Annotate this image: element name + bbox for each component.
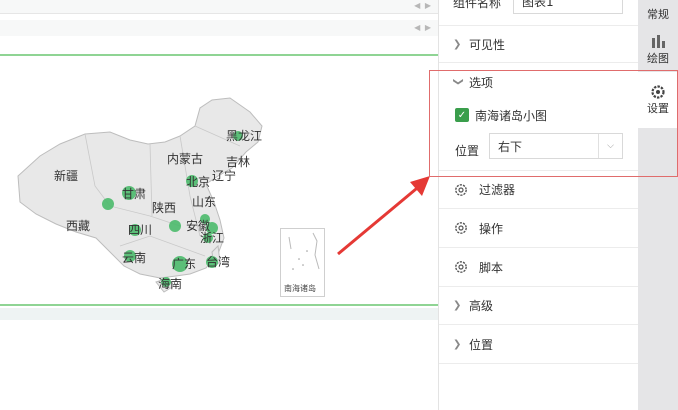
annotation-arrow-icon [337,176,430,256]
province-label: 北京 [186,175,210,189]
inset-label: 南海诸岛 [284,284,316,293]
south-sea-checkbox-label: 南海诸岛小图 [475,108,548,123]
province-label: 新疆 [54,168,78,183]
section-visibility[interactable]: ❯ 可见性 [439,25,639,63]
province-label: 黑龙江 [226,129,262,143]
side-tab-rail: 常规 绘图 设置 [638,0,678,410]
gear-icon [651,85,665,99]
section-options-label: 选项 [469,75,494,90]
tab-settings[interactable]: 设置 [638,72,678,128]
horizontal-scroll-row[interactable]: ◀ ▶ [0,20,438,36]
tab-draw-label: 绘图 [647,52,669,65]
section-filter-label: 过滤器 [479,183,516,197]
chevron-right-icon: ❯ [453,300,462,311]
province-label: 甘肃 [122,187,146,201]
south-sea-islands-inset: 南海诸岛 [280,228,325,297]
section-script-label: 脚本 [479,260,504,275]
province-label: 海南 [158,276,182,291]
properties-panel: 组件名称 图表1 ❯ 可见性 ❯ 选项 ✓ 南海诸岛小图 位置 右下 ⌵ 过滤器… [438,0,639,410]
position-label: 位置 [455,144,480,158]
section-visibility-label: 可见性 [469,37,506,52]
province-label: 吉林 [226,155,250,169]
province-label: 山东 [192,195,216,209]
tab-settings-label: 设置 [647,102,669,115]
component-name-row: 组件名称 图表1 [439,0,639,18]
section-advanced-label: 高级 [469,299,494,313]
design-canvas: ◀ ▶ ◀ ▶ 黑龙江 内蒙古 吉林 辽宁 北京 新疆 甘肃 陕西 山东 西藏 … [0,0,438,410]
gear-icon [455,183,467,196]
map-dot [169,220,181,232]
component-name-input[interactable]: 图表1 [513,0,623,14]
checkbox-checked-icon[interactable]: ✓ [455,108,469,122]
section-actions[interactable]: 操作 [439,209,639,248]
section-actions-label: 操作 [479,221,504,236]
section-position[interactable]: ❯ 位置 [439,325,639,364]
section-filter[interactable]: 过滤器 [439,171,639,209]
province-label: 陕西 [152,200,176,215]
position-row: 位置 右下 ⌵ [439,131,639,171]
tab-draw[interactable]: 绘图 [638,28,678,72]
south-sea-checkbox-row[interactable]: ✓ 南海诸岛小图 [439,101,639,129]
section-position-label: 位置 [469,337,494,352]
canvas-footer-strip [0,308,438,320]
chevron-right-icon: ❯ [453,338,462,350]
chevron-down-icon: ❯ [452,77,464,86]
component-name-label: 组件名称 [453,0,502,10]
province-label: 云南 [122,250,146,265]
scroll-arrows-icon[interactable]: ◀ ▶ [414,1,432,10]
tab-general-label: 常规 [647,8,669,21]
bar-chart-icon [652,35,665,48]
province-label: 内蒙古 [167,151,203,166]
section-script[interactable]: 脚本 [439,248,639,287]
province-label: 广东 [172,257,196,271]
top-toolbar-strip: ◀ ▶ [0,0,438,14]
section-options[interactable]: ❯ 选项 [439,63,639,101]
province-label: 西藏 [66,219,90,233]
province-label: 四川 [128,223,152,237]
province-label: 台湾 [206,254,230,269]
map-dot [102,198,114,210]
position-select-value: 右下 [498,139,523,154]
province-label: 浙江 [200,231,224,245]
chevron-right-icon: ❯ [453,38,462,50]
tab-general[interactable]: 常规 [638,0,678,28]
gear-icon [455,261,467,273]
section-advanced[interactable]: ❯ 高级 [439,287,639,325]
south-sea-outline-icon [288,232,320,270]
province-label: 辽宁 [212,168,236,183]
position-select[interactable]: 右下 ⌵ [489,133,623,159]
chevron-down-icon[interactable]: ⌵ [598,134,622,158]
gear-icon [455,222,467,234]
scroll-arrows-icon[interactable]: ◀ ▶ [414,23,432,32]
